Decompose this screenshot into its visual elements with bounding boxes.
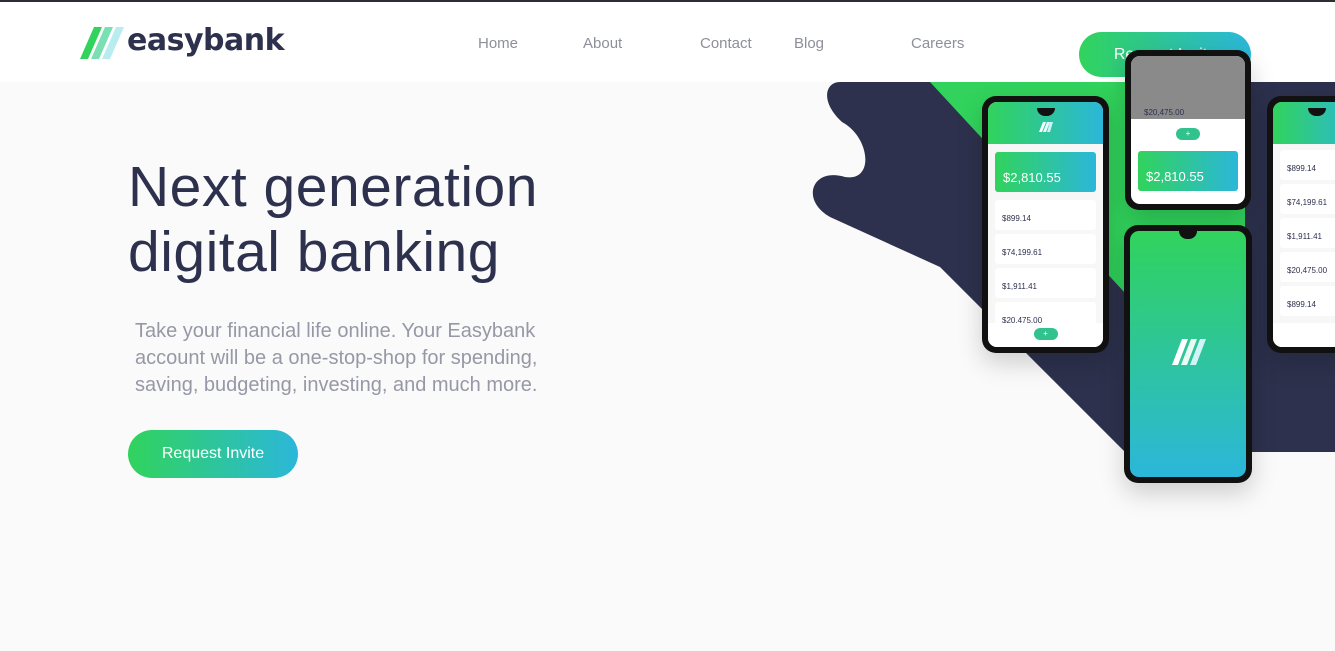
hero-title: Next generation digital banking	[128, 155, 688, 285]
nav-contact[interactable]: Contact	[700, 35, 752, 53]
nav-about[interactable]: About	[583, 35, 622, 53]
hero-description-line-1: Take your financial life online. Your Ea…	[135, 320, 536, 342]
account-amount: $1,911.41	[1002, 282, 1037, 291]
account-amount: $74,199.61	[1287, 198, 1328, 207]
total-balance: $2,810.55	[1003, 170, 1061, 185]
account-row: $1,911.41	[995, 268, 1096, 298]
phone-mockup-right: $899.14 $74,199.61 $1,911.41 $20,475.00 …	[1267, 96, 1335, 353]
account-amount: $20,475.00	[1287, 266, 1328, 275]
account-row: $74,199.61	[995, 234, 1096, 264]
easybank-logo-mark-icon	[1172, 339, 1206, 365]
account-row: $899.14	[995, 200, 1096, 230]
total-balance: $2,810.55	[1146, 169, 1204, 184]
hero-description-line-3: saving, budgeting, investing, and much m…	[135, 374, 538, 396]
phone-mockup-left: $2,810.55 $899.14 $74,199.61 $1,911.41 $…	[982, 96, 1109, 353]
account-amount: $899.14	[1287, 300, 1316, 309]
plus-icon: +	[1176, 128, 1200, 140]
account-amount: $1,911.41	[1287, 232, 1322, 241]
nav-blog[interactable]: Blog	[794, 35, 824, 53]
account-row: $74,199.61	[1280, 184, 1335, 214]
account-amount: $899.14	[1002, 214, 1031, 223]
total-balance-card: $2,810.55	[1138, 151, 1238, 191]
account-amount: $899.14	[1287, 164, 1316, 173]
total-balance-card: $2,810.55	[995, 152, 1096, 192]
hero-description: Take your financial life online. Your Ea…	[135, 318, 595, 399]
hero-description-line-2: account will be a one-stop-shop for spen…	[135, 347, 538, 369]
nav-careers[interactable]: Careers	[911, 35, 964, 53]
easybank-logo-mark-icon	[80, 27, 124, 59]
plus-icon: +	[1033, 328, 1058, 340]
hero-title-line-1: Next generation	[128, 155, 538, 219]
account-amount: $20,475.00	[1144, 108, 1185, 117]
hero-request-invite-button[interactable]: Request Invite	[128, 430, 298, 478]
easybank-logo-mark-icon	[1038, 122, 1053, 132]
phone-mockup-splash	[1124, 225, 1252, 483]
easybank-logo[interactable]: easybank	[80, 23, 285, 62]
phone-mockup-top: $20,475.00 + $2,810.55	[1125, 50, 1251, 210]
account-row: $899.14	[1280, 286, 1335, 316]
account-row: $899.14	[1280, 150, 1335, 180]
account-row: $20,475.00	[1280, 252, 1335, 282]
hero-title-line-2: digital banking	[128, 220, 500, 284]
nav-home[interactable]: Home	[478, 35, 518, 53]
account-amount: $74,199.61	[1002, 248, 1043, 257]
account-row: $1,911.41	[1280, 218, 1335, 248]
brand-name: easybank	[127, 23, 285, 58]
